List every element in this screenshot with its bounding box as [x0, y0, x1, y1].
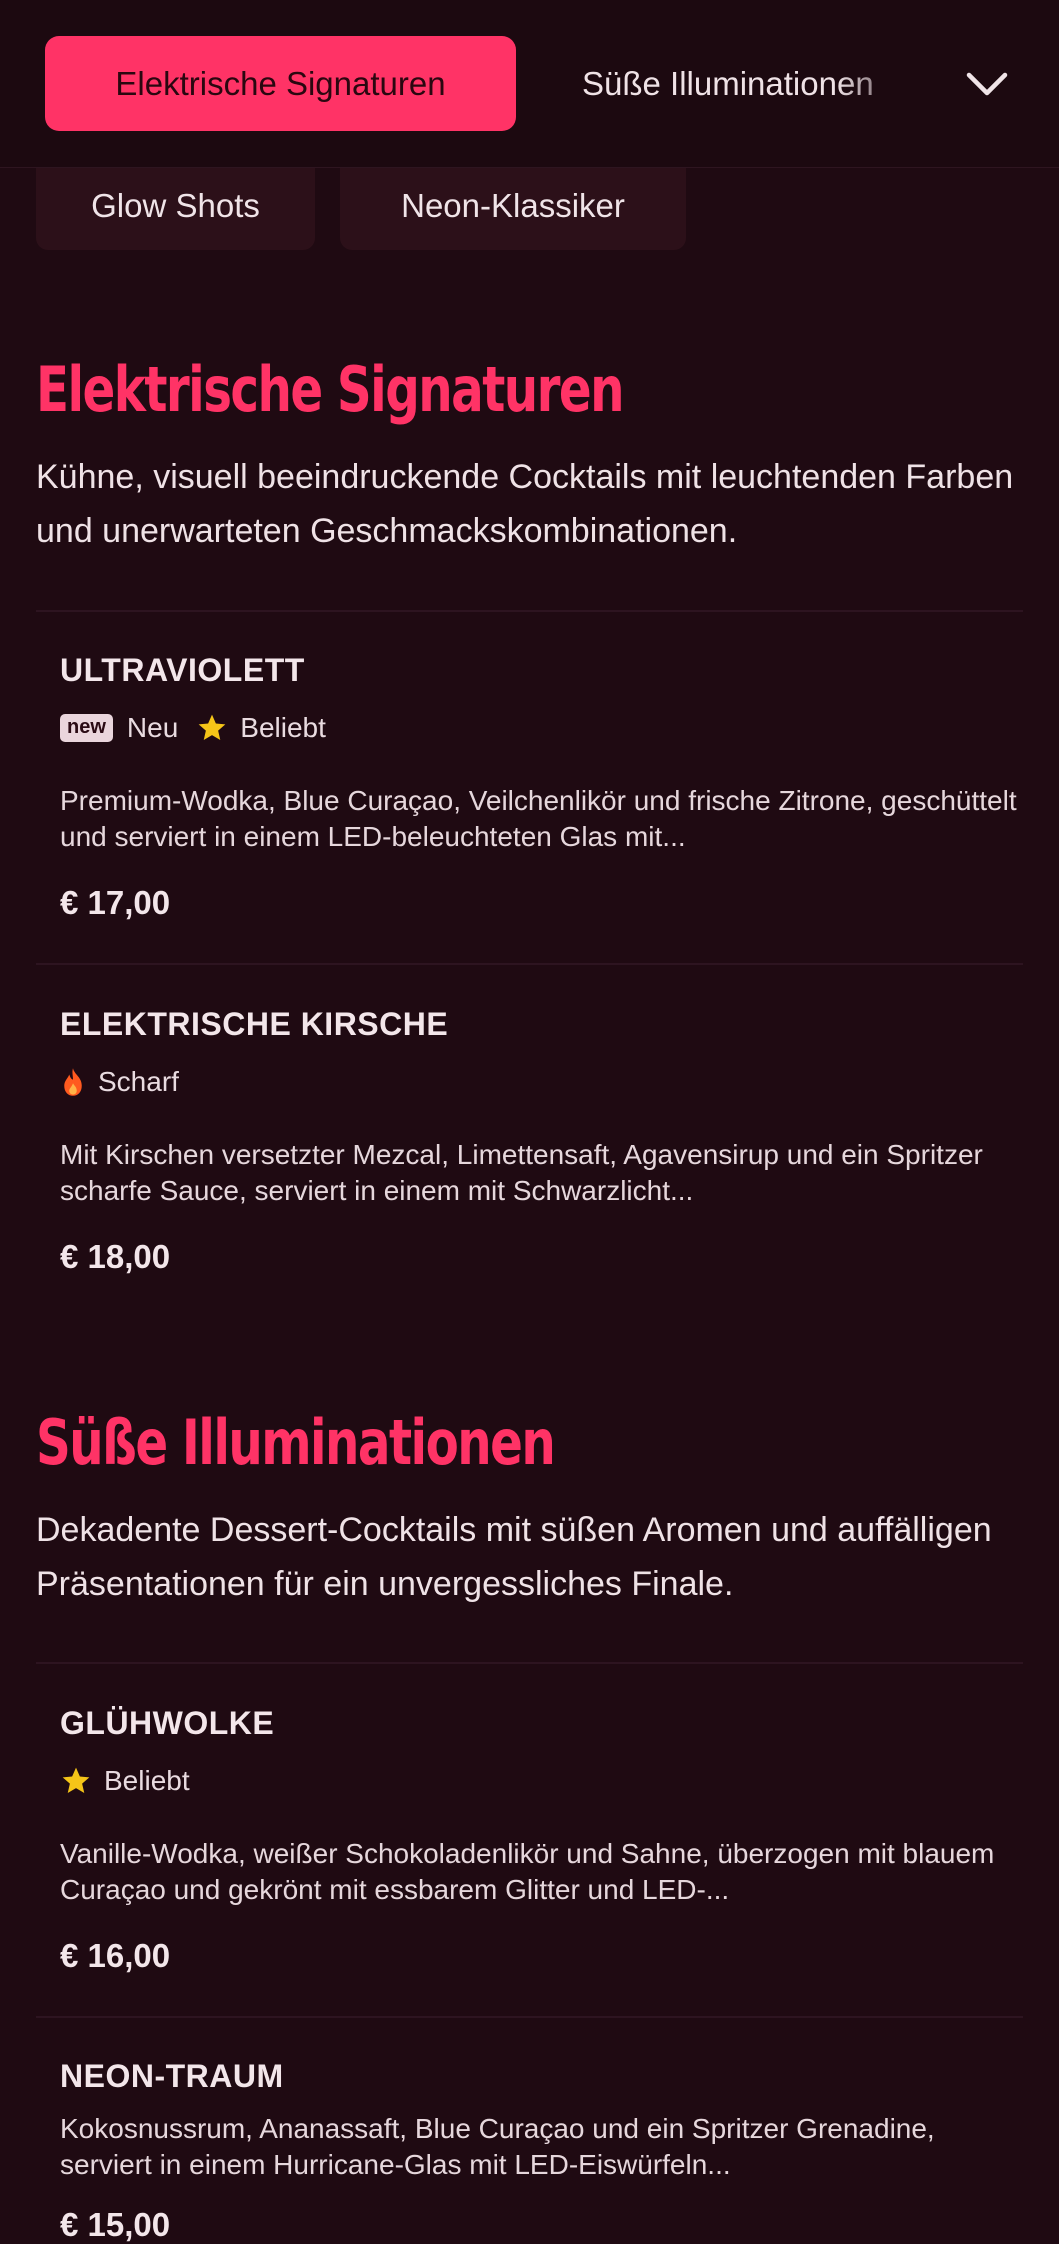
menu-item-description: Premium-Wodka, Blue Curaçao, Veilchenlik… — [60, 785, 1017, 852]
menu-item-price: € 18,00 — [60, 1238, 171, 1275]
divider — [36, 963, 1023, 965]
menu-item-price: € 15,00 — [60, 2206, 171, 2243]
menu-item-tags: new Neu Beliebt — [60, 712, 344, 744]
tag-spicy: Scharf — [60, 1066, 179, 1098]
menu-item-name[interactable]: NEON-TRAUM — [60, 2058, 284, 2095]
tag-popular: Beliebt — [60, 1765, 190, 1797]
category-tab-active[interactable]: Elektrische Signaturen — [45, 36, 516, 131]
menu-item-name[interactable]: ELEKTRISCHE KIRSCHE — [60, 1006, 448, 1043]
chevron-down-icon[interactable] — [962, 62, 1012, 106]
menu-item-name[interactable]: ULTRAVIOLETT — [60, 652, 305, 689]
flame-icon — [64, 1068, 82, 1096]
tag-new: new Neu — [60, 712, 178, 744]
menu-item-description: Kokosnussrum, Ananassaft, Blue Curaçao u… — [60, 2113, 935, 2180]
section-title: Elektrische Signaturen — [36, 353, 625, 426]
star-icon — [198, 714, 226, 740]
category-nav-bar: Elektrische Signaturen Süße Illumination… — [0, 0, 1059, 168]
section-description: Dekadente Dessert-Cocktails mit süßen Ar… — [36, 1511, 992, 1603]
tag-label: Beliebt — [104, 1765, 190, 1796]
new-badge: new — [60, 714, 113, 742]
section-title: Süße Illuminationen — [36, 1406, 556, 1479]
category-tab-next[interactable]: Süße Illuminationen — [582, 36, 922, 131]
menu-item-name[interactable]: GLÜHWOLKE — [60, 1705, 274, 1742]
divider — [36, 2016, 1023, 2018]
menu-item-price: € 17,00 — [60, 884, 171, 921]
section-description: Kühne, visuell beeindruckende Cocktails … — [36, 458, 1014, 550]
divider — [36, 1662, 1023, 1664]
menu-item-description: Vanille-Wodka, weißer Schokoladenlikör u… — [60, 1838, 995, 1905]
tag-label: Neu — [126, 712, 179, 743]
star-icon — [62, 1767, 90, 1793]
menu-item-tags: Scharf — [60, 1066, 197, 1098]
tag-label: Beliebt — [240, 712, 326, 743]
tag-popular: Beliebt — [196, 712, 326, 744]
divider — [36, 610, 1023, 612]
menu-item-description: Mit Kirschen versetzter Mezcal, Limetten… — [60, 1139, 983, 1206]
tag-label: Scharf — [98, 1066, 179, 1097]
menu-item-price: € 16,00 — [60, 1937, 171, 1974]
menu-item-tags: Beliebt — [60, 1765, 208, 1797]
